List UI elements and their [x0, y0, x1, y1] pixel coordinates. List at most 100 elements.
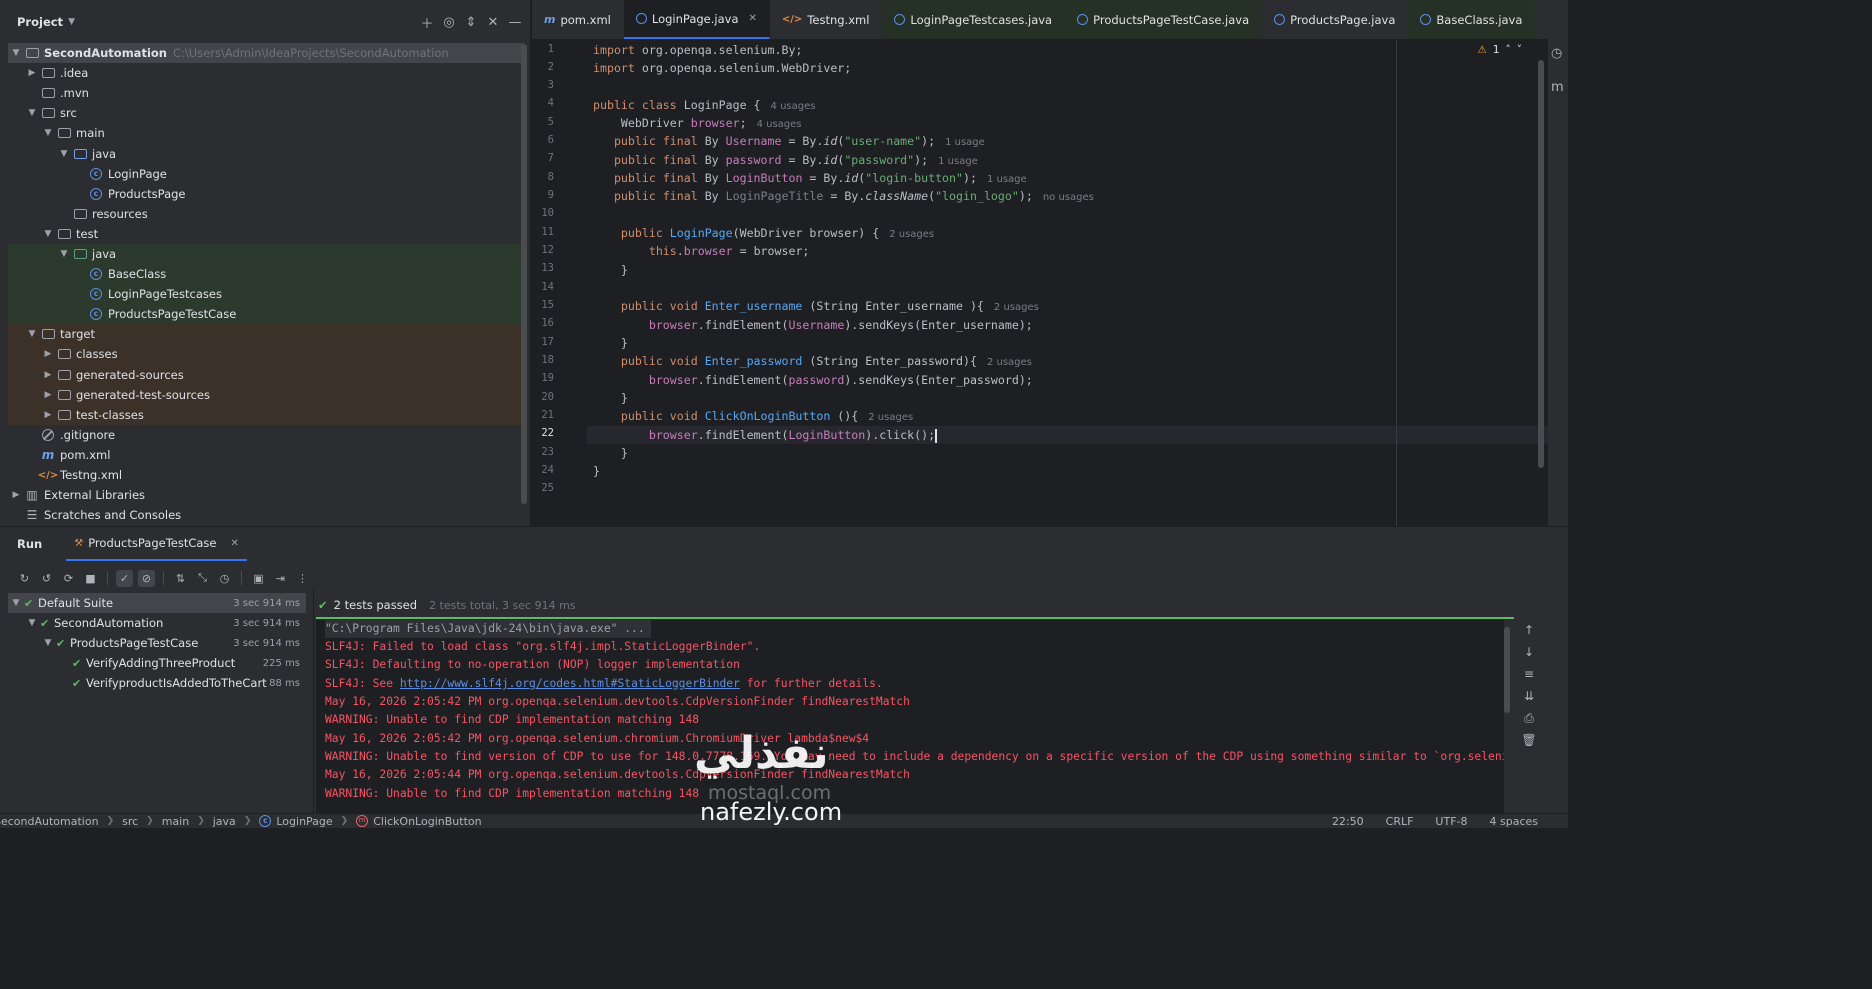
hide-panel-icon[interactable]: —	[506, 13, 524, 31]
tree-item-idea[interactable]: ▶ .idea	[8, 63, 524, 83]
tree-item-loginpagetestcases[interactable]: c LoginPageTestcases	[8, 284, 524, 305]
indent-setting[interactable]: 4 spaces	[1490, 815, 1539, 828]
tree-item-scratches[interactable]: ☰ Scratches and Consoles	[8, 505, 524, 525]
tab-loginpage-java[interactable]: LoginPage.java ✕	[623, 0, 770, 39]
console-scrollbar[interactable]	[1504, 627, 1510, 713]
tree-item-main[interactable]: ▼ main	[8, 123, 524, 143]
project-scrollbar[interactable]	[521, 44, 527, 504]
breadcrumb-project[interactable]: SecondAutomation	[0, 815, 99, 828]
tree-item-test-classes[interactable]: ▶ test-classes	[8, 404, 524, 425]
tab-productspagetestcase-java[interactable]: ProductsPageTestCase.java	[1065, 0, 1263, 39]
close-icon[interactable]: ✕	[231, 538, 239, 549]
soft-wrap-icon[interactable]: ≡	[1520, 667, 1538, 689]
expand-all-icon[interactable]: ⇕	[462, 13, 480, 31]
breadcrumb-class[interactable]: c LoginPage	[259, 815, 333, 828]
history-icon[interactable]: ◷	[216, 570, 233, 587]
tree-item-generated-test-sources[interactable]: ▶ generated-test-sources	[8, 384, 524, 405]
show-ignored-icon[interactable]: ⊘	[138, 569, 155, 587]
line-separator[interactable]: CRLF	[1386, 815, 1414, 828]
project-title[interactable]: Project	[17, 15, 63, 29]
close-icon[interactable]: ✕	[749, 13, 757, 24]
trash-icon[interactable]: 🗑	[1520, 733, 1538, 755]
tree-item-secondautomation[interactable]: ▼ SecondAutomation C:\Users\Admin\IdeaPr…	[8, 43, 524, 64]
usage-hint[interactable]: 4 usages	[757, 119, 802, 130]
inspection-widget[interactable]: ⚠ 1 ˄ ˅	[1477, 44, 1522, 56]
breadcrumb-src[interactable]: src	[122, 815, 138, 828]
tree-item-loginpage[interactable]: c LoginPage	[8, 164, 524, 184]
usage-hint[interactable]: 1 usage	[945, 137, 985, 148]
code-area[interactable]: import org.openqa.selenium.By; import or…	[587, 40, 1556, 526]
usage-hint[interactable]: 2 usages	[994, 302, 1039, 313]
new-file-icon[interactable]: ＋	[418, 13, 436, 32]
chevron-right-icon[interactable]: ▶	[8, 490, 24, 500]
tree-item-productspage[interactable]: c ProductsPage	[8, 184, 524, 204]
chevron-down-icon[interactable]: ▼	[8, 48, 24, 58]
more-icon[interactable]: ⋮	[294, 570, 311, 587]
tree-item-generated-sources[interactable]: ▶ generated-sources	[8, 364, 524, 385]
test-node-suite[interactable]: ▼ ✔ Default Suite 3 sec 914 ms	[8, 593, 306, 614]
tree-item-src[interactable]: ▼ src	[8, 103, 524, 123]
tree-item-mvn[interactable]: .mvn	[8, 83, 524, 103]
test-node-class[interactable]: ▼ ✔ ProductsPageTestCase 3 sec 914 ms	[8, 633, 306, 653]
locate-icon[interactable]: ◎	[440, 13, 458, 31]
console-link[interactable]: http://www.slf4j.org/codes.html#StaticLo…	[400, 677, 740, 690]
console-output[interactable]: "C:\Program Files\Java\jdk-24\bin\java.e…	[316, 620, 1504, 814]
test-node-method[interactable]: ✔ VerifyAddingThreeProduct 225 ms	[8, 653, 306, 673]
usage-hint[interactable]: 1 usage	[987, 174, 1027, 185]
tree-item-gitignore[interactable]: .gitignore	[8, 425, 524, 445]
rerun-icon[interactable]: ↻	[16, 570, 33, 587]
tree-item-productspagetestcase[interactable]: c ProductsPageTestCase	[8, 304, 524, 325]
chevron-down-icon[interactable]: ▼	[24, 108, 40, 118]
usage-hint[interactable]: no usages	[1043, 192, 1094, 203]
tab-loginpagetestcases-java[interactable]: LoginPageTestcases.java	[882, 0, 1066, 39]
chevron-right-icon[interactable]: ▶	[40, 390, 56, 400]
chevron-right-icon[interactable]: ▶	[40, 370, 56, 380]
chevron-down-icon[interactable]: ▼	[24, 618, 40, 628]
chevron-up-icon[interactable]: ˄	[1506, 44, 1511, 56]
usage-hint[interactable]: 2 usages	[987, 357, 1032, 368]
collapse-icon[interactable]: ⤡	[194, 570, 211, 587]
chevron-right-icon[interactable]: ▶	[24, 68, 40, 78]
chevron-down-icon[interactable]: ▼	[24, 329, 40, 339]
chevron-down-icon[interactable]: ▼	[40, 638, 56, 648]
chevron-down-icon[interactable]: ▼	[56, 149, 72, 159]
usage-hint[interactable]: 4 usages	[771, 101, 816, 112]
panel-divider[interactable]	[313, 589, 314, 814]
tree-item-resources[interactable]: resources	[8, 204, 524, 224]
caret-position[interactable]: 22:50	[1332, 815, 1364, 828]
chevron-down-icon[interactable]: ▼	[40, 128, 56, 138]
stop-icon[interactable]: ■	[82, 570, 99, 587]
tree-item-baseclass[interactable]: c BaseClass	[8, 264, 524, 285]
tab-testng-xml[interactable]: </> Testng.xml	[770, 0, 883, 39]
usage-hint[interactable]: 1 usage	[938, 156, 978, 167]
breadcrumb-java[interactable]: java	[213, 815, 236, 828]
test-node-method[interactable]: ✔ VerifyproductIsAddedToTheCart 88 ms	[8, 673, 306, 693]
maven-icon[interactable]: m	[1551, 80, 1564, 95]
toggle-auto-test-icon[interactable]: ⟳	[60, 570, 77, 587]
tree-item-external-libraries[interactable]: ▶ ▥ External Libraries	[8, 485, 524, 505]
run-config-tab[interactable]: ⚒ ProductsPageTestCase ✕	[66, 527, 247, 561]
chevron-down-icon[interactable]: ▼	[56, 249, 72, 259]
sort-icon[interactable]: ⇅	[172, 570, 189, 587]
tree-item-pom[interactable]: m pom.xml	[8, 445, 524, 465]
tree-item-test[interactable]: ▼ test	[8, 224, 524, 244]
arrow-down-icon[interactable]: ↓	[1520, 645, 1538, 667]
editor-scrollbar[interactable]	[1538, 60, 1544, 468]
export-icon[interactable]: ⇥	[272, 570, 289, 587]
tree-item-classes[interactable]: ▶ classes	[8, 344, 524, 365]
tree-item-target[interactable]: ▼ target	[8, 324, 524, 345]
chevron-down-icon[interactable]: ▼	[40, 229, 56, 239]
tree-item-main-java[interactable]: ▼ java	[8, 143, 524, 163]
collapse-all-icon[interactable]: ✕	[484, 13, 502, 31]
breadcrumb-main[interactable]: main	[162, 815, 189, 828]
tab-productspage-java[interactable]: ProductsPage.java	[1262, 0, 1408, 39]
chevron-right-icon[interactable]: ▶	[40, 349, 56, 359]
chevron-down-icon[interactable]: ▼	[68, 17, 75, 27]
usage-hint[interactable]: 2 usages	[868, 412, 913, 423]
chevron-down-icon[interactable]: ▼	[8, 598, 24, 608]
show-passed-icon[interactable]: ✓	[116, 569, 133, 587]
arrow-up-icon[interactable]: ↑	[1520, 623, 1538, 645]
tab-pom-xml[interactable]: m pom.xml	[532, 0, 624, 39]
breadcrumb-method[interactable]: m ClickOnLoginButton	[356, 815, 482, 828]
camera-icon[interactable]: ▣	[250, 570, 267, 587]
